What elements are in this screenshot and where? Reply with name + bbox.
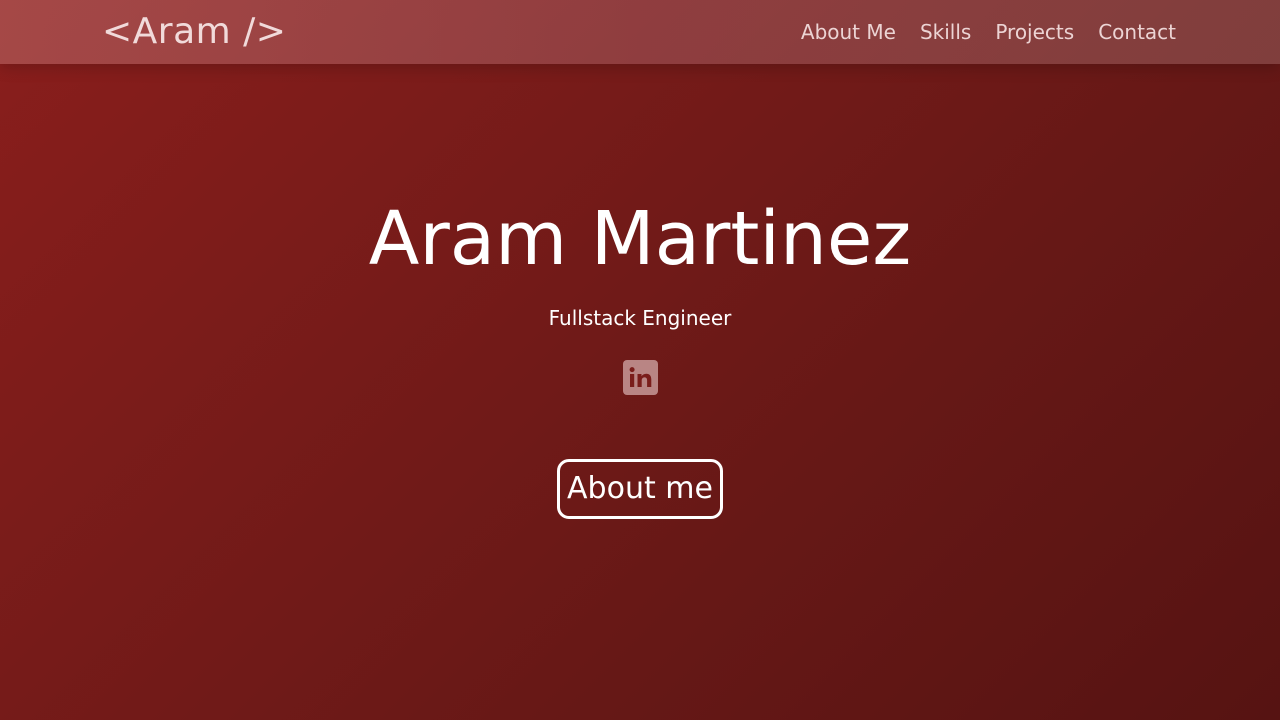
nav-link-projects[interactable]: Projects bbox=[995, 19, 1074, 45]
nav-links: About Me Skills Projects Contact bbox=[801, 19, 1176, 45]
nav-link-about-me[interactable]: About Me bbox=[801, 19, 896, 45]
about-me-button[interactable]: About me bbox=[557, 459, 723, 519]
hero-section: Aram Martinez Fullstack Engineer About m… bbox=[0, 64, 1280, 720]
hero-tagline: Fullstack Engineer bbox=[548, 306, 732, 330]
nav-link-skills[interactable]: Skills bbox=[920, 19, 971, 45]
brand-logo[interactable]: <Aram /> bbox=[102, 10, 286, 54]
linkedin-link[interactable] bbox=[623, 360, 658, 395]
hero-name: Aram Martinez bbox=[368, 196, 912, 282]
nav-link-contact[interactable]: Contact bbox=[1098, 19, 1176, 45]
linkedin-icon bbox=[629, 367, 652, 387]
social-links bbox=[623, 360, 658, 395]
navbar: <Aram /> About Me Skills Projects Contac… bbox=[0, 0, 1280, 64]
